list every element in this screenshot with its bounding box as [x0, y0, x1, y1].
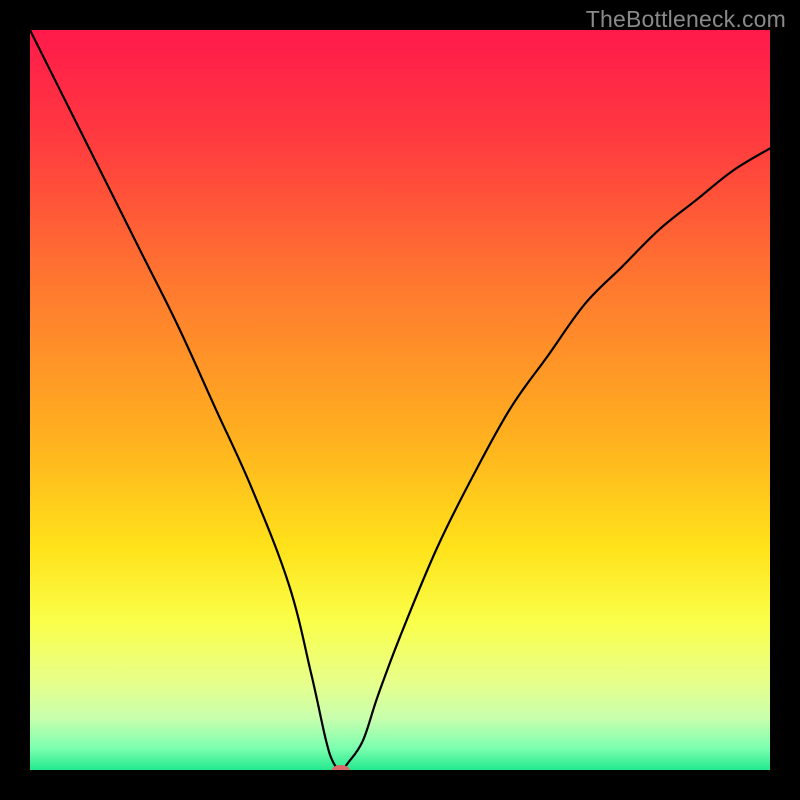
bottleneck-chart [30, 30, 770, 770]
gradient-background [30, 30, 770, 770]
watermark-text: TheBottleneck.com [586, 6, 786, 33]
plot-area [30, 30, 770, 770]
chart-frame: TheBottleneck.com [0, 0, 800, 800]
